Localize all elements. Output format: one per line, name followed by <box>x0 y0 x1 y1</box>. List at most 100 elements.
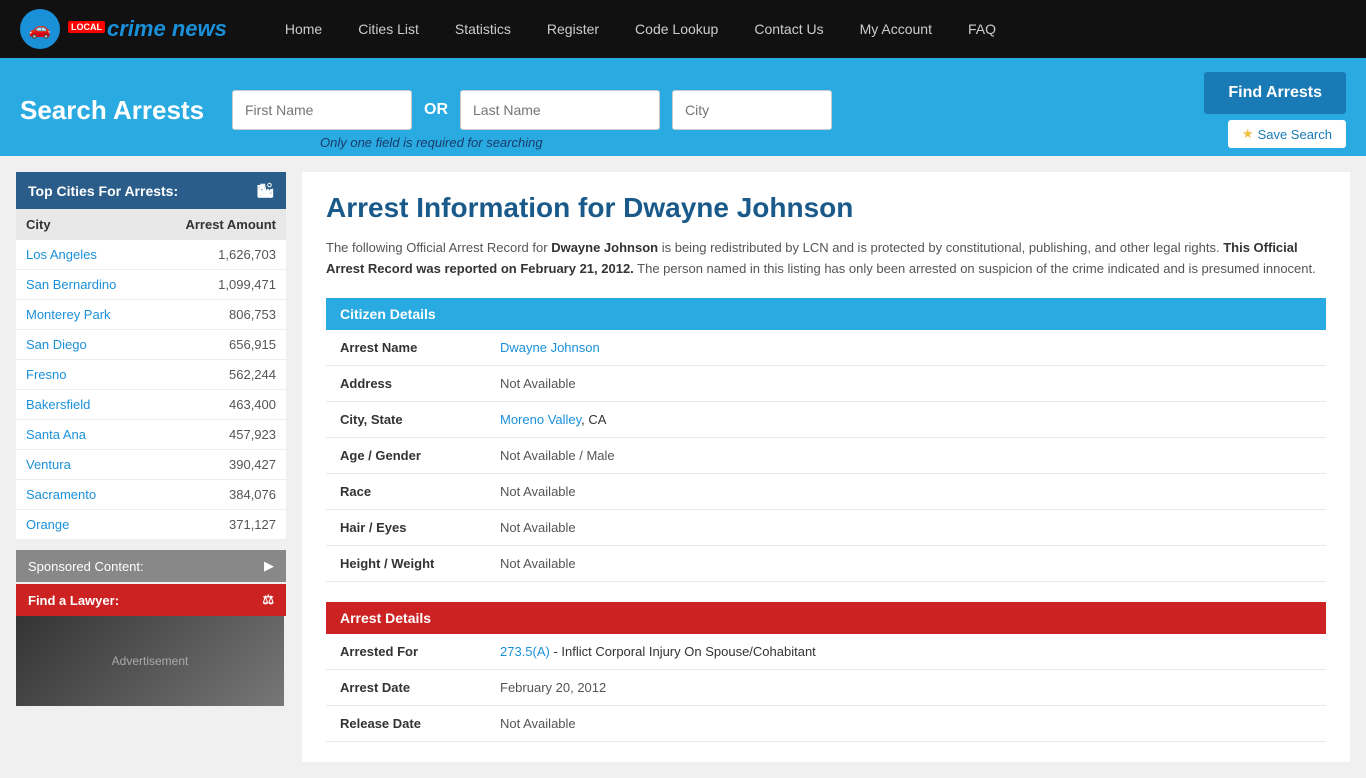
sponsored-header: Sponsored Content: ▶ <box>16 550 286 582</box>
arrest-name-row: Arrest Name Dwayne Johnson <box>326 330 1326 366</box>
address-row: Address Not Available <box>326 365 1326 401</box>
nav-item-home[interactable]: Home <box>267 0 340 58</box>
nav-item-my-account[interactable]: My Account <box>842 0 950 58</box>
city-name-cell: Sacramento <box>16 480 151 510</box>
city-amount-cell: 384,076 <box>151 480 286 510</box>
city-link[interactable]: Bakersfield <box>26 397 90 412</box>
city-link[interactable]: Sacramento <box>26 487 96 502</box>
nav-item-faq[interactable]: FAQ <box>950 0 1014 58</box>
star-icon: ★ <box>1242 126 1254 142</box>
content-area: Arrest Information for Dwayne Johnson Th… <box>302 172 1350 762</box>
arrest-date-value: February 20, 2012 <box>486 669 1326 705</box>
scales-icon: ⚖ <box>262 592 274 608</box>
city-amount-cell: 371,127 <box>151 510 286 540</box>
height-weight-row: Height / Weight Not Available <box>326 545 1326 581</box>
city-name-cell: Bakersfield <box>16 390 151 420</box>
release-date-row: Release Date Not Available <box>326 705 1326 741</box>
city-amount-cell: 1,626,703 <box>151 240 286 270</box>
city-link[interactable]: San Diego <box>26 337 87 352</box>
logo-brand: crime news <box>107 16 227 41</box>
race-label: Race <box>326 473 486 509</box>
city-amount-cell: 806,753 <box>151 300 286 330</box>
search-bar: Search Arrests OR Find Arrests ★ Save Se… <box>0 58 1366 156</box>
search-note: Only one field is required for searching <box>320 135 543 150</box>
logo-local-badge: LOCAL <box>68 21 105 33</box>
last-name-input[interactable] <box>460 90 660 130</box>
height-weight-value: Not Available <box>486 545 1326 581</box>
amount-col-header: Arrest Amount <box>151 209 286 240</box>
find-arrests-button[interactable]: Find Arrests <box>1204 72 1346 114</box>
city-table-row: Bakersfield 463,400 <box>16 390 286 420</box>
city-name-cell: San Diego <box>16 330 151 360</box>
arrested-for-value: 273.5(A) - Inflict Corporal Injury On Sp… <box>486 634 1326 670</box>
age-gender-label: Age / Gender <box>326 437 486 473</box>
arrested-for-row: Arrested For 273.5(A) - Inflict Corporal… <box>326 634 1326 670</box>
age-gender-value: Not Available / Male <box>486 437 1326 473</box>
play-icon: ▶ <box>264 558 274 574</box>
arrest-details-table: Arrested For 273.5(A) - Inflict Corporal… <box>326 634 1326 742</box>
city-name-cell: Orange <box>16 510 151 540</box>
city-icon: 🏙 <box>256 182 274 199</box>
city-state-link[interactable]: Moreno Valley <box>500 412 581 427</box>
city-link[interactable]: Ventura <box>26 457 71 472</box>
nav-item-cities-list[interactable]: Cities List <box>340 0 437 58</box>
city-link[interactable]: Orange <box>26 517 69 532</box>
logo-text: LOCALcrime news <box>68 16 227 42</box>
lawyer-ad-image[interactable]: Advertisement <box>16 616 284 706</box>
city-amount-cell: 390,427 <box>151 450 286 480</box>
navigation: 🚗 LOCALcrime news Home Cities List Stati… <box>0 0 1366 58</box>
city-name-cell: San Bernardino <box>16 270 151 300</box>
city-state-row: City, State Moreno Valley, CA <box>326 401 1326 437</box>
city-table-row: San Bernardino 1,099,471 <box>16 270 286 300</box>
city-amount-cell: 562,244 <box>151 360 286 390</box>
nav-item-code-lookup[interactable]: Code Lookup <box>617 0 736 58</box>
arrested-for-label: Arrested For <box>326 634 486 670</box>
city-name-cell: Fresno <box>16 360 151 390</box>
save-search-button[interactable]: ★ Save Search <box>1228 120 1346 148</box>
city-name-cell: Los Angeles <box>16 240 151 270</box>
address-label: Address <box>326 365 486 401</box>
city-table-row: Los Angeles 1,626,703 <box>16 240 286 270</box>
city-table-row: San Diego 656,915 <box>16 330 286 360</box>
arrest-intro: The following Official Arrest Record for… <box>326 238 1326 280</box>
arrest-code-link[interactable]: 273.5(A) <box>500 644 550 659</box>
search-actions: Find Arrests ★ Save Search <box>1204 72 1346 148</box>
city-table-row: Monterey Park 806,753 <box>16 300 286 330</box>
city-table-row: Santa Ana 457,923 <box>16 420 286 450</box>
arrest-name-label: Arrest Name <box>326 330 486 366</box>
city-link[interactable]: San Bernardino <box>26 277 116 292</box>
logo[interactable]: 🚗 LOCALcrime news <box>20 9 227 49</box>
nav-item-register[interactable]: Register <box>529 0 617 58</box>
city-link[interactable]: Santa Ana <box>26 427 86 442</box>
first-name-input[interactable] <box>232 90 412 130</box>
city-input[interactable] <box>672 90 832 130</box>
find-lawyer-header: Find a Lawyer: ⚖ <box>16 584 286 616</box>
city-link[interactable]: Fresno <box>26 367 66 382</box>
main-layout: Top Cities For Arrests: 🏙 City Arrest Am… <box>0 156 1366 778</box>
city-link[interactable]: Los Angeles <box>26 247 97 262</box>
age-gender-row: Age / Gender Not Available / Male <box>326 437 1326 473</box>
city-name-cell: Monterey Park <box>16 300 151 330</box>
cities-table: City Arrest Amount Los Angeles 1,626,703… <box>16 209 286 540</box>
race-row: Race Not Available <box>326 473 1326 509</box>
city-name-cell: Ventura <box>16 450 151 480</box>
arrest-name-value: Dwayne Johnson <box>486 330 1326 366</box>
top-cities-header: Top Cities For Arrests: 🏙 <box>16 172 286 209</box>
citizen-details-header: Citizen Details <box>326 298 1326 330</box>
city-link[interactable]: Monterey Park <box>26 307 111 322</box>
hair-eyes-row: Hair / Eyes Not Available <box>326 509 1326 545</box>
arrest-name-link[interactable]: Dwayne Johnson <box>500 340 600 355</box>
city-state-label: City, State <box>326 401 486 437</box>
city-table-row: Sacramento 384,076 <box>16 480 286 510</box>
city-table-row: Fresno 562,244 <box>16 360 286 390</box>
city-amount-cell: 656,915 <box>151 330 286 360</box>
race-value: Not Available <box>486 473 1326 509</box>
or-separator: OR <box>424 101 448 119</box>
nav-links: Home Cities List Statistics Register Cod… <box>267 0 1014 58</box>
nav-item-statistics[interactable]: Statistics <box>437 0 529 58</box>
nav-item-contact-us[interactable]: Contact Us <box>736 0 841 58</box>
logo-icon: 🚗 <box>20 9 60 49</box>
sidebar: Top Cities For Arrests: 🏙 City Arrest Am… <box>16 172 286 762</box>
city-amount-cell: 457,923 <box>151 420 286 450</box>
cities-table-header: City Arrest Amount <box>16 209 286 240</box>
